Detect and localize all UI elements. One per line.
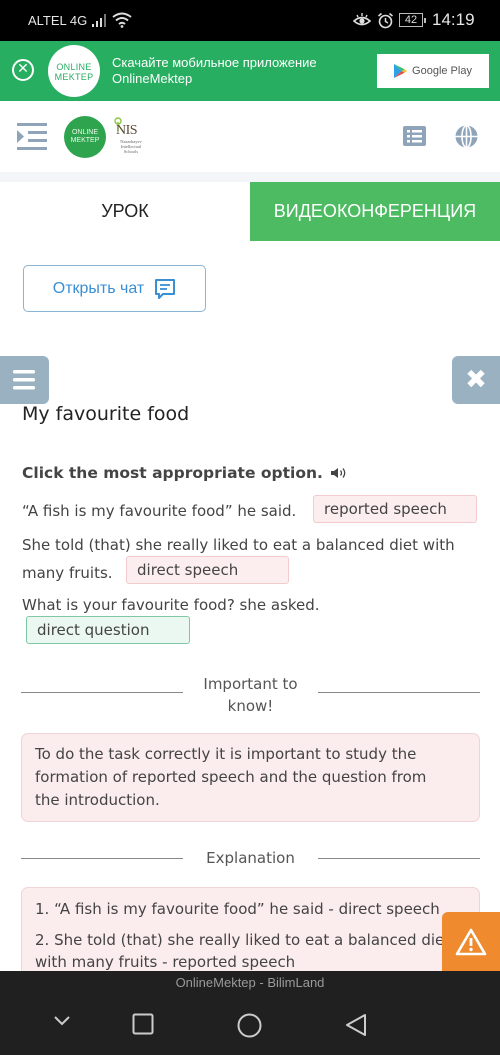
tabs: УРОК ВИДЕОКОНФЕРЕНЦИЯ xyxy=(0,182,500,241)
top-nav: ONLINE MEKTEP NIS Nazarbayev Intellectua… xyxy=(0,100,500,172)
menu-toggle-icon[interactable] xyxy=(17,123,47,151)
clock: 14:19 xyxy=(432,10,475,29)
tab-lesson[interactable]: УРОК xyxy=(0,182,250,241)
system-navigation-bar: OnlineMektep - BilimLand xyxy=(0,971,500,1055)
close-banner-icon[interactable]: ✕ xyxy=(12,59,34,81)
status-bar: ALTEL 4G 42 14:19 xyxy=(0,0,500,41)
battery-indicator: 42 xyxy=(399,13,426,27)
subbar xyxy=(0,172,500,182)
answer-chip-2[interactable]: direct speech xyxy=(126,556,289,584)
globe-icon[interactable] xyxy=(455,125,478,148)
app-name-label: OnlineMektep - BilimLand xyxy=(175,975,325,990)
nis-logo: NIS Nazarbayev Intellectual Schools xyxy=(109,117,149,157)
speaker-icon[interactable] xyxy=(330,467,348,479)
answer-chip-1[interactable]: reported speech xyxy=(313,495,477,523)
close-panel-button[interactable]: ✖ xyxy=(452,356,500,404)
report-problem-button[interactable] xyxy=(442,912,500,972)
sentence-2-line2: many fruits. xyxy=(22,564,113,582)
open-chat-button[interactable]: Открыть чат xyxy=(23,265,206,312)
list-icon[interactable] xyxy=(403,126,426,146)
important-box: To do the task correctly it is important… xyxy=(21,733,480,822)
online-mektep-logo: ONLINE MEKTEP xyxy=(48,45,100,97)
recent-apps-icon[interactable] xyxy=(132,1013,154,1035)
close-icon: ✖ xyxy=(465,365,487,395)
sentence-3: What is your favourite food? she asked. xyxy=(22,596,320,614)
divider-line xyxy=(21,692,183,693)
chevron-down-icon[interactable] xyxy=(53,1015,71,1027)
important-label: Important to know! xyxy=(203,675,298,715)
home-icon[interactable] xyxy=(237,1013,262,1038)
divider-line xyxy=(21,858,183,859)
divider-line xyxy=(318,858,480,859)
banner-text: Скачайте мобильное приложение OnlineMekt… xyxy=(112,55,317,86)
carrier-label: ALTEL 4G xyxy=(28,13,88,28)
side-menu-button[interactable] xyxy=(0,356,49,404)
sentence-1: “A fish is my favourite food” he said. xyxy=(22,502,297,520)
hamburger-icon xyxy=(13,370,35,390)
eye-comfort-icon xyxy=(353,13,371,26)
explanation-label: Explanation xyxy=(206,849,295,867)
sentence-2-line1: She told (that) she really liked to eat … xyxy=(22,536,455,554)
back-icon[interactable] xyxy=(345,1013,367,1037)
divider-line xyxy=(318,692,480,693)
lesson-title: My favourite food xyxy=(22,403,190,425)
google-play-button[interactable]: Google Play xyxy=(377,54,489,88)
signal-icon xyxy=(92,14,106,27)
answer-chip-3[interactable]: direct question xyxy=(26,616,190,644)
alarm-icon xyxy=(377,12,394,29)
online-mektep-logo[interactable]: ONLINE MEKTEP xyxy=(64,116,106,158)
wifi-icon xyxy=(112,12,132,28)
google-play-icon xyxy=(394,64,408,78)
chat-icon xyxy=(155,278,176,299)
instruction: Click the most appropriate option. xyxy=(22,464,348,482)
warning-icon xyxy=(455,928,487,956)
tab-videoconference[interactable]: ВИДЕОКОНФЕРЕНЦИЯ xyxy=(250,182,500,241)
